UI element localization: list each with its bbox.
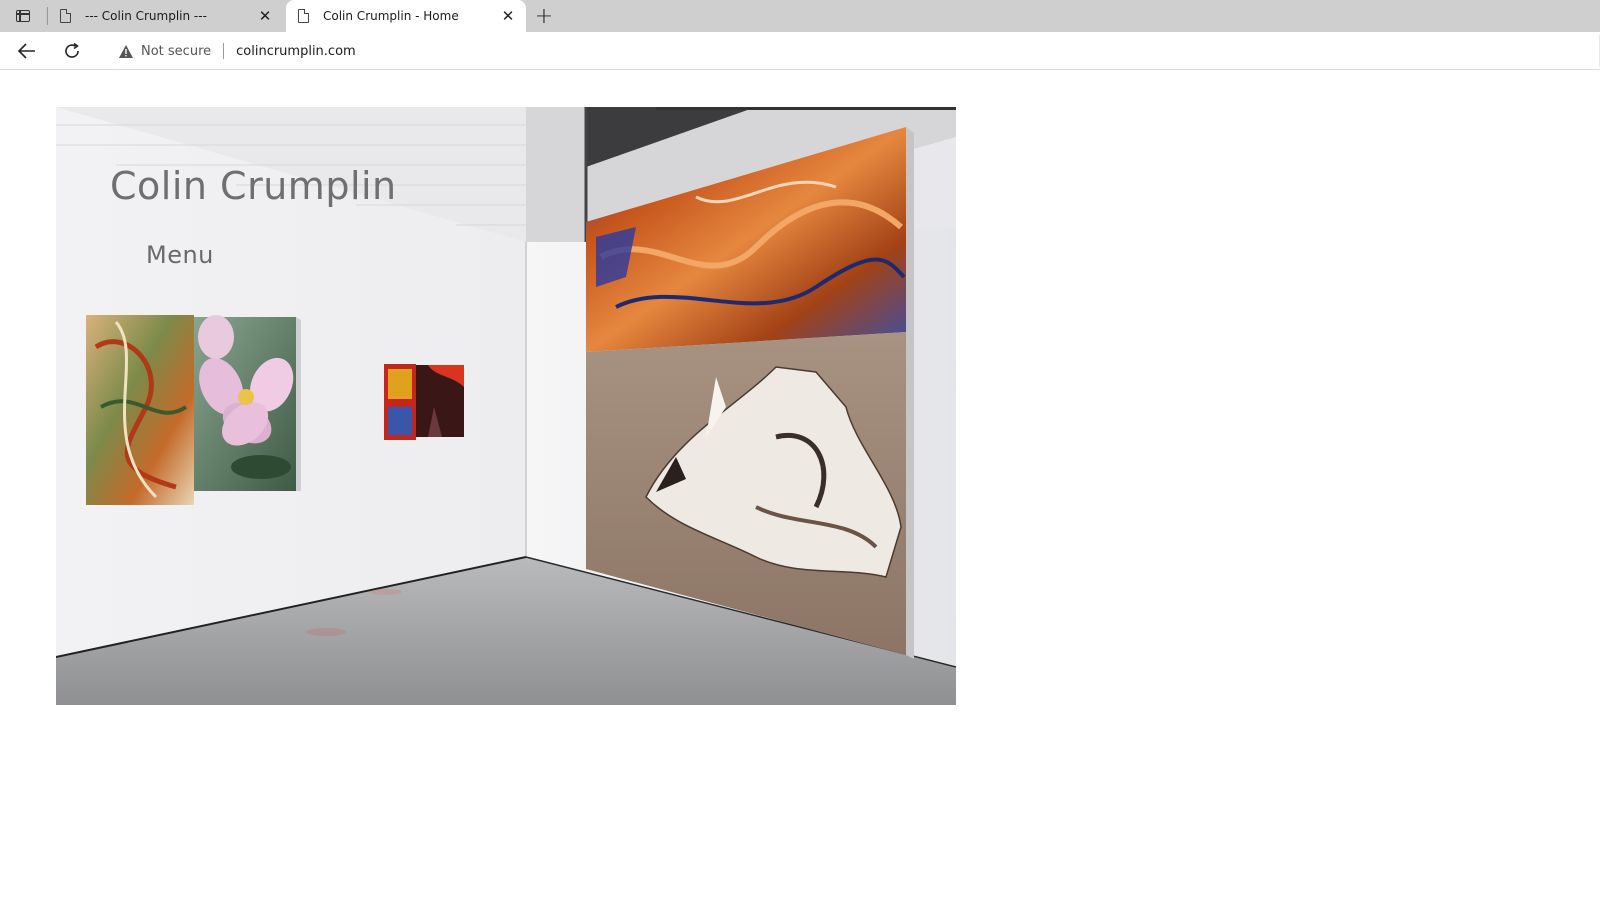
security-label[interactable]: Not secure: [141, 44, 211, 59]
close-icon[interactable]: ✕: [257, 7, 273, 25]
hero-gallery-image: Colin Crumplin Menu: [56, 107, 956, 705]
back-arrow-icon[interactable]: [14, 39, 40, 63]
tab-title: Colin Crumplin - Home: [323, 9, 459, 23]
plus-icon[interactable]: +: [532, 4, 556, 29]
address-bar[interactable]: Not secure colincrumplin.com: [101, 35, 1600, 67]
site-title[interactable]: Colin Crumplin: [110, 164, 397, 208]
url-text[interactable]: colincrumplin.com: [236, 44, 356, 59]
tab-strip: --- Colin Crumplin --- ✕ Colin Crumplin …: [0, 0, 1600, 32]
page-icon: [298, 9, 309, 23]
tab-colin-crumplin-home[interactable]: Colin Crumplin - Home ✕: [286, 0, 526, 32]
tab-title: --- Colin Crumplin ---: [85, 9, 207, 23]
warning-triangle-icon[interactable]: [118, 43, 134, 59]
close-icon[interactable]: ✕: [500, 7, 516, 25]
browser-toolbar: Not secure colincrumplin.com: [0, 32, 1600, 70]
tab-colin-crumplin[interactable]: --- Colin Crumplin --- ✕: [48, 0, 283, 32]
painting-small: [384, 364, 464, 440]
tab-actions-icon[interactable]: [12, 6, 34, 26]
omnibox-separator: [223, 43, 225, 59]
page-icon: [60, 9, 71, 23]
menu-link[interactable]: Menu: [146, 241, 214, 269]
painting-diptych: [86, 315, 296, 505]
reload-icon[interactable]: [59, 39, 85, 63]
